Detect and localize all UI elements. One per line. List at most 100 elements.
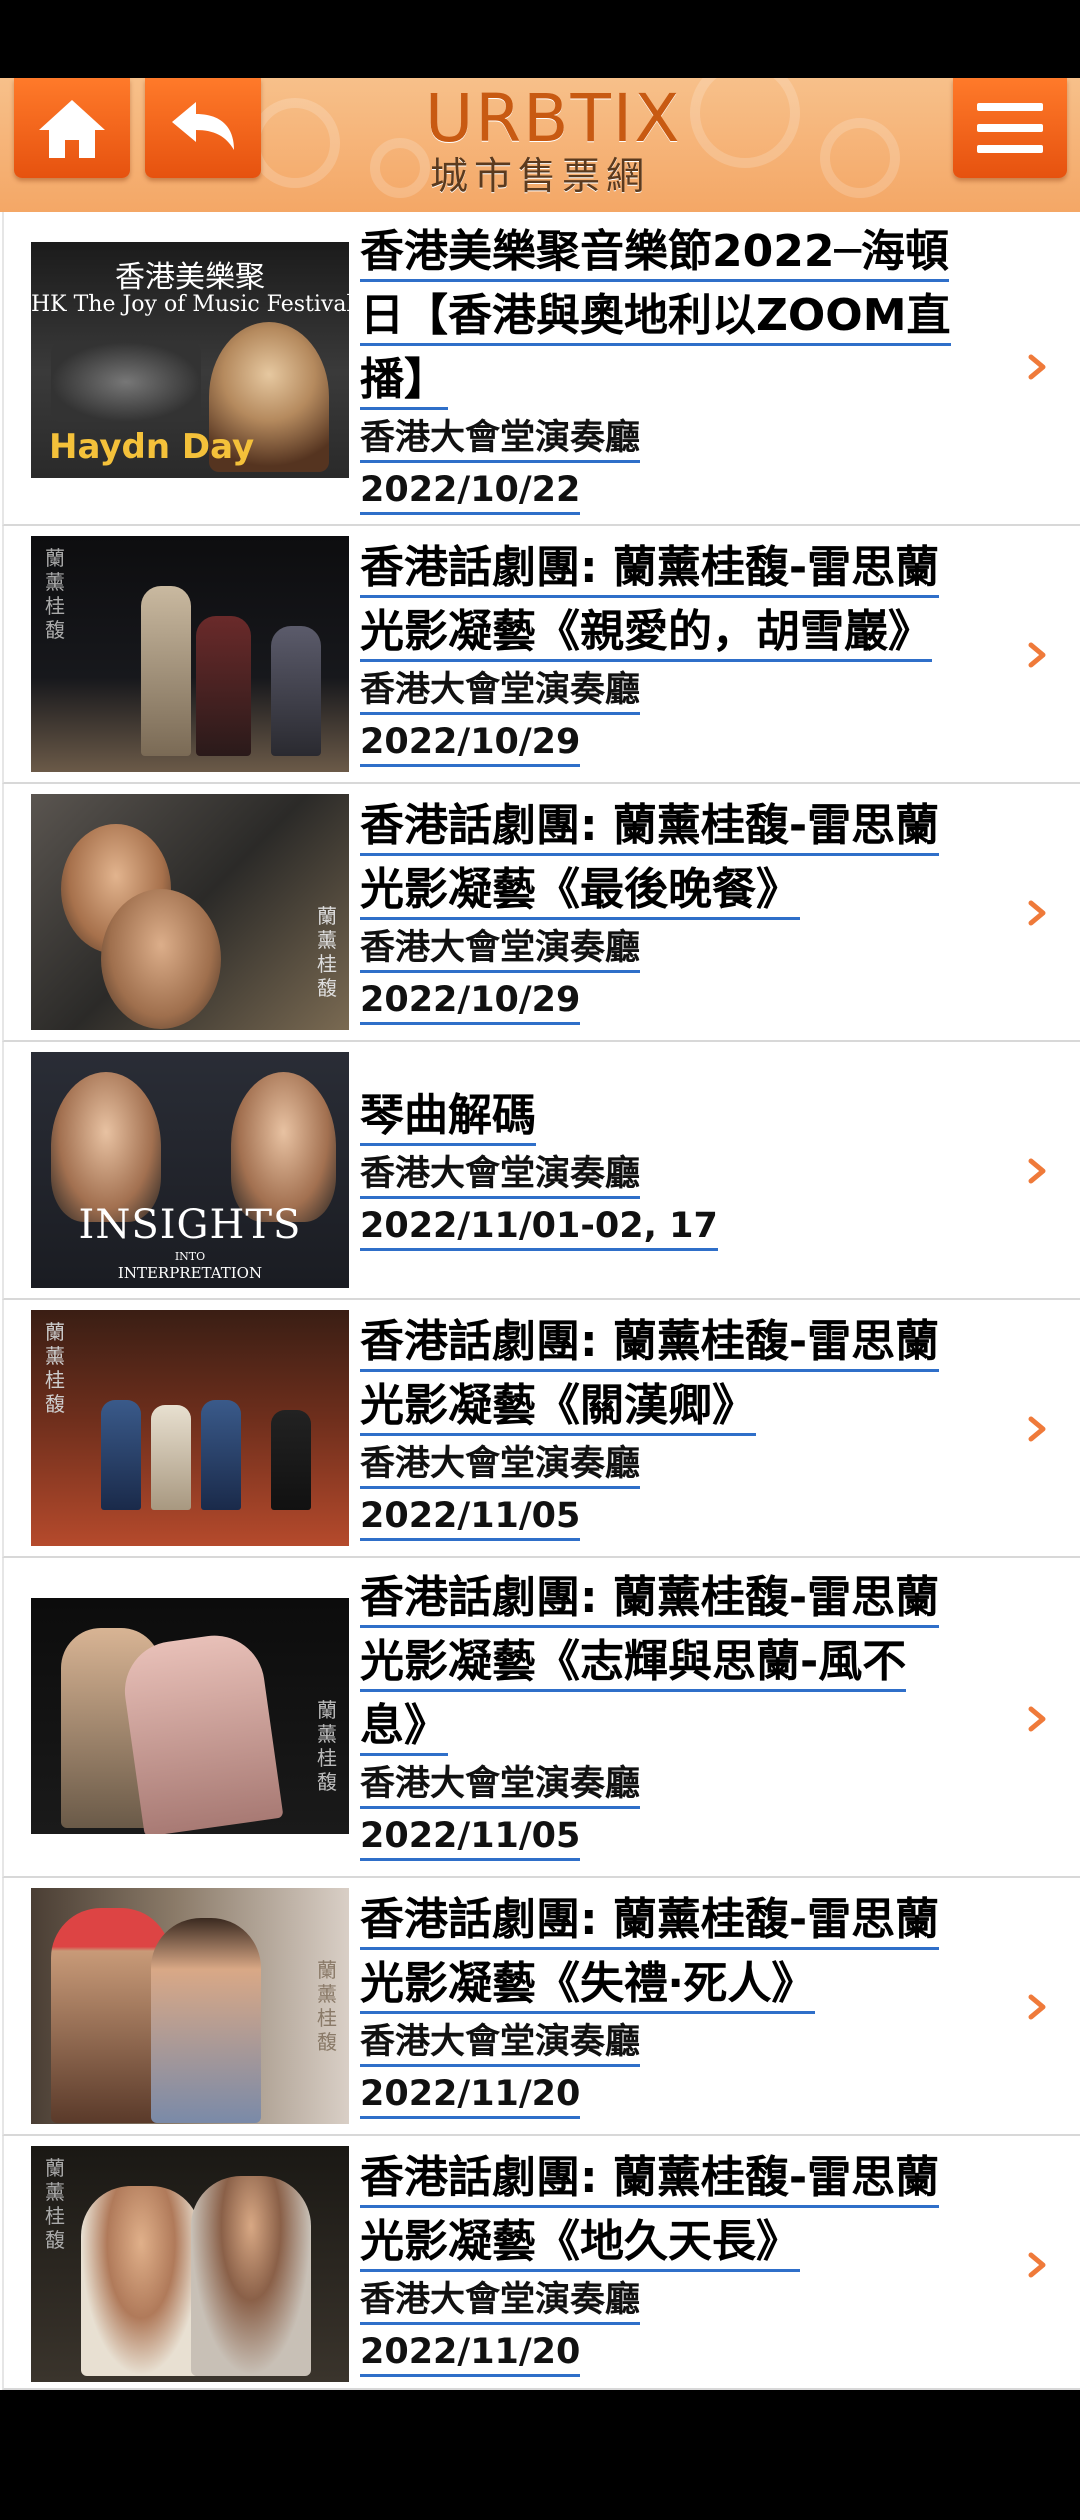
event-info: 琴曲解碼 香港大會堂演奏廳 2022/11/01-02, 17 [360,1084,1000,1252]
event-info: 香港話劇團: 蘭薰桂馥-雷思蘭 光影凝藝《最後晚餐》 香港大會堂演奏廳 2022… [360,794,1000,1026]
event-poster[interactable]: 蘭薰桂馥 [31,794,349,1030]
event-title-link[interactable]: 香港話劇團: 蘭薰桂馥-雷思蘭 光影凝藝《志輝與思蘭-風不 息》 [360,1566,1000,1758]
chevron-right-icon[interactable] [1022,1704,1052,1734]
event-poster[interactable]: 蘭薰桂馥 [31,1598,349,1834]
event-poster[interactable]: 蘭薰桂馥 [31,1310,349,1546]
system-navigation-bar [0,2390,1080,2520]
event-venue[interactable]: 香港大會堂演奏廳 [360,412,1000,464]
title-line: 光影凝藝《最後晚餐》 [360,858,1000,922]
menu-button[interactable] [953,78,1067,178]
back-icon [172,102,234,150]
event-venue[interactable]: 香港大會堂演奏廳 [360,1758,1000,1810]
event-list: 香港美樂聚 HK The Joy of Music Festival Haydn… [0,212,1080,2390]
event-title-link[interactable]: 香港話劇團: 蘭薰桂馥-雷思蘭 光影凝藝《關漢卿》 [360,1310,1000,1438]
title-line: 香港話劇團: 蘭薰桂馥-雷思蘭 [360,536,1000,600]
event-title-link[interactable]: 琴曲解碼 [360,1084,1000,1148]
title-line: 光影凝藝《失禮‧死人》 [360,1952,1000,2016]
back-button[interactable] [145,78,261,178]
poster-figure [81,2186,201,2376]
event-row[interactable]: 蘭薰桂馥 香港話劇團: 蘭薰桂馥-雷思蘭 光影凝藝《志輝與思蘭-風不 息》 香港… [2,1558,1080,1878]
event-poster[interactable]: 蘭薰桂馥 [31,2146,349,2382]
poster-vertical-title: 蘭薰桂馥 [45,2156,65,2252]
event-info: 香港話劇團: 蘭薰桂馥-雷思蘭 光影凝藝《志輝與思蘭-風不 息》 香港大會堂演奏… [360,1566,1000,1862]
event-row[interactable]: 蘭薰桂馥 香港話劇團: 蘭薰桂馥-雷思蘭 光影凝藝《最後晚餐》 香港大會堂演奏廳… [2,784,1080,1042]
event-date[interactable]: 2022/10/29 [360,974,1000,1026]
status-bar [0,0,1080,78]
header-bar: URBTIX 城市售票網 [0,78,1080,212]
poster-vertical-title: 蘭薰桂馥 [45,1320,65,1416]
event-info: 香港話劇團: 蘭薰桂馥-雷思蘭 光影凝藝《親愛的，胡雪巖》 香港大會堂演奏廳 2… [360,536,1000,768]
chevron-right-icon[interactable] [1022,352,1052,382]
poster-haydn-day: Haydn Day [49,427,255,467]
event-info: 香港話劇團: 蘭薰桂馥-雷思蘭 光影凝藝《關漢卿》 香港大會堂演奏廳 2022/… [360,1310,1000,1542]
event-poster[interactable]: 蘭薰桂馥 [31,536,349,772]
event-venue[interactable]: 香港大會堂演奏廳 [360,1148,1000,1200]
event-info: 香港話劇團: 蘭薰桂馥-雷思蘭 光影凝藝《失禮‧死人》 香港大會堂演奏廳 202… [360,1888,1000,2120]
poster-figure [191,2176,311,2376]
title-line: 香港話劇團: 蘭薰桂馥-雷思蘭 [360,1310,1000,1374]
title-line: 琴曲解碼 [360,1084,1000,1148]
title-line: 香港話劇團: 蘭薰桂馥-雷思蘭 [360,1888,1000,1952]
event-poster[interactable]: 香港美樂聚 HK The Joy of Music Festival Haydn… [31,242,349,478]
event-row[interactable]: 蘭薰桂馥 香港話劇團: 蘭薰桂馥-雷思蘭 光影凝藝《親愛的，胡雪巖》 香港大會堂… [2,526,1080,784]
event-date[interactable]: 2022/11/20 [360,2068,1000,2120]
event-date[interactable]: 2022/10/29 [360,716,1000,768]
title-line: 光影凝藝《親愛的，胡雪巖》 [360,600,1000,664]
event-date[interactable]: 2022/10/22 [360,464,1000,516]
poster-figure [151,1405,191,1510]
poster-subtitle: INTO [174,1250,206,1263]
poster-vertical-title: 蘭薰桂馥 [317,904,337,1000]
title-line: 香港話劇團: 蘭薰桂馥-雷思蘭 [360,2146,1000,2210]
event-title-link[interactable]: 香港話劇團: 蘭薰桂馥-雷思蘭 光影凝藝《地久天長》 [360,2146,1000,2274]
header-decoration [690,78,800,168]
chevron-right-icon[interactable] [1022,2250,1052,2280]
event-row[interactable]: 蘭薰桂馥 香港話劇團: 蘭薰桂馥-雷思蘭 光影凝藝《地久天長》 香港大會堂演奏廳… [2,2136,1080,2390]
poster-figure [201,1400,241,1510]
event-row[interactable]: INSIGHTS INTO INTERPRETATION 琴曲解碼 香港大會堂演… [2,1042,1080,1300]
event-venue[interactable]: 香港大會堂演奏廳 [360,922,1000,974]
event-title-link[interactable]: 香港話劇團: 蘭薰桂馥-雷思蘭 光影凝藝《失禮‧死人》 [360,1888,1000,2016]
event-venue[interactable]: 香港大會堂演奏廳 [360,1438,1000,1490]
poster-figure [151,1918,261,2123]
event-poster[interactable]: 蘭薰桂馥 [31,1888,349,2124]
event-date[interactable]: 2022/11/01-02, 17 [360,1200,1000,1252]
chevron-right-icon[interactable] [1022,640,1052,670]
poster-title: INSIGHTS [78,1202,302,1248]
title-line: 息》 [360,1694,1000,1758]
urbtix-logo[interactable]: URBTIX 城市售票網 [425,84,679,206]
poster-vertical-title: 蘭薰桂馥 [317,1698,337,1794]
poster-figure [141,586,191,756]
event-date[interactable]: 2022/11/05 [360,1490,1000,1542]
event-row[interactable]: 蘭薰桂馥 香港話劇團: 蘭薰桂馥-雷思蘭 光影凝藝《失禮‧死人》 香港大會堂演奏… [2,1878,1080,2136]
title-line: 光影凝藝《關漢卿》 [360,1374,1000,1438]
event-venue[interactable]: 香港大會堂演奏廳 [360,664,1000,716]
title-line: 光影凝藝《地久天長》 [360,2210,1000,2274]
event-venue[interactable]: 香港大會堂演奏廳 [360,2016,1000,2068]
event-row[interactable]: 香港美樂聚 HK The Joy of Music Festival Haydn… [2,212,1080,526]
header-decoration [250,98,340,188]
poster-figure [118,1629,284,1834]
poster-face [51,1072,161,1222]
title-line: 香港話劇團: 蘭薰桂馥-雷思蘭 [360,794,1000,858]
event-poster[interactable]: INSIGHTS INTO INTERPRETATION [31,1052,349,1288]
event-info: 香港話劇團: 蘭薰桂馥-雷思蘭 光影凝藝《地久天長》 香港大會堂演奏廳 2022… [360,2146,1000,2378]
poster-figure [271,1410,311,1510]
event-date[interactable]: 2022/11/20 [360,2326,1000,2378]
title-line: 香港話劇團: 蘭薰桂馥-雷思蘭 [360,1566,1000,1630]
chevron-right-icon[interactable] [1022,1156,1052,1186]
event-title-link[interactable]: 香港美樂聚音樂節2022─海頓 日【香港與奧地利以ZOOM直 播】 [360,220,1000,412]
poster-orchestra [51,342,201,422]
poster-vertical-title: 蘭薰桂馥 [45,546,65,642]
poster-face [101,889,221,1029]
event-row[interactable]: 蘭薰桂馥 香港話劇團: 蘭薰桂馥-雷思蘭 光影凝藝《關漢卿》 香港大會堂演奏廳 … [2,1300,1080,1558]
chevron-right-icon[interactable] [1022,898,1052,928]
event-date[interactable]: 2022/11/05 [360,1810,1000,1862]
home-button[interactable] [14,78,130,178]
event-title-link[interactable]: 香港話劇團: 蘭薰桂馥-雷思蘭 光影凝藝《最後晚餐》 [360,794,1000,922]
chevron-right-icon[interactable] [1022,1992,1052,2022]
event-title-link[interactable]: 香港話劇團: 蘭薰桂馥-雷思蘭 光影凝藝《親愛的，胡雪巖》 [360,536,1000,664]
event-venue[interactable]: 香港大會堂演奏廳 [360,2274,1000,2326]
chevron-right-icon[interactable] [1022,1414,1052,1444]
poster-figure [271,626,321,756]
header-decoration [370,138,430,198]
